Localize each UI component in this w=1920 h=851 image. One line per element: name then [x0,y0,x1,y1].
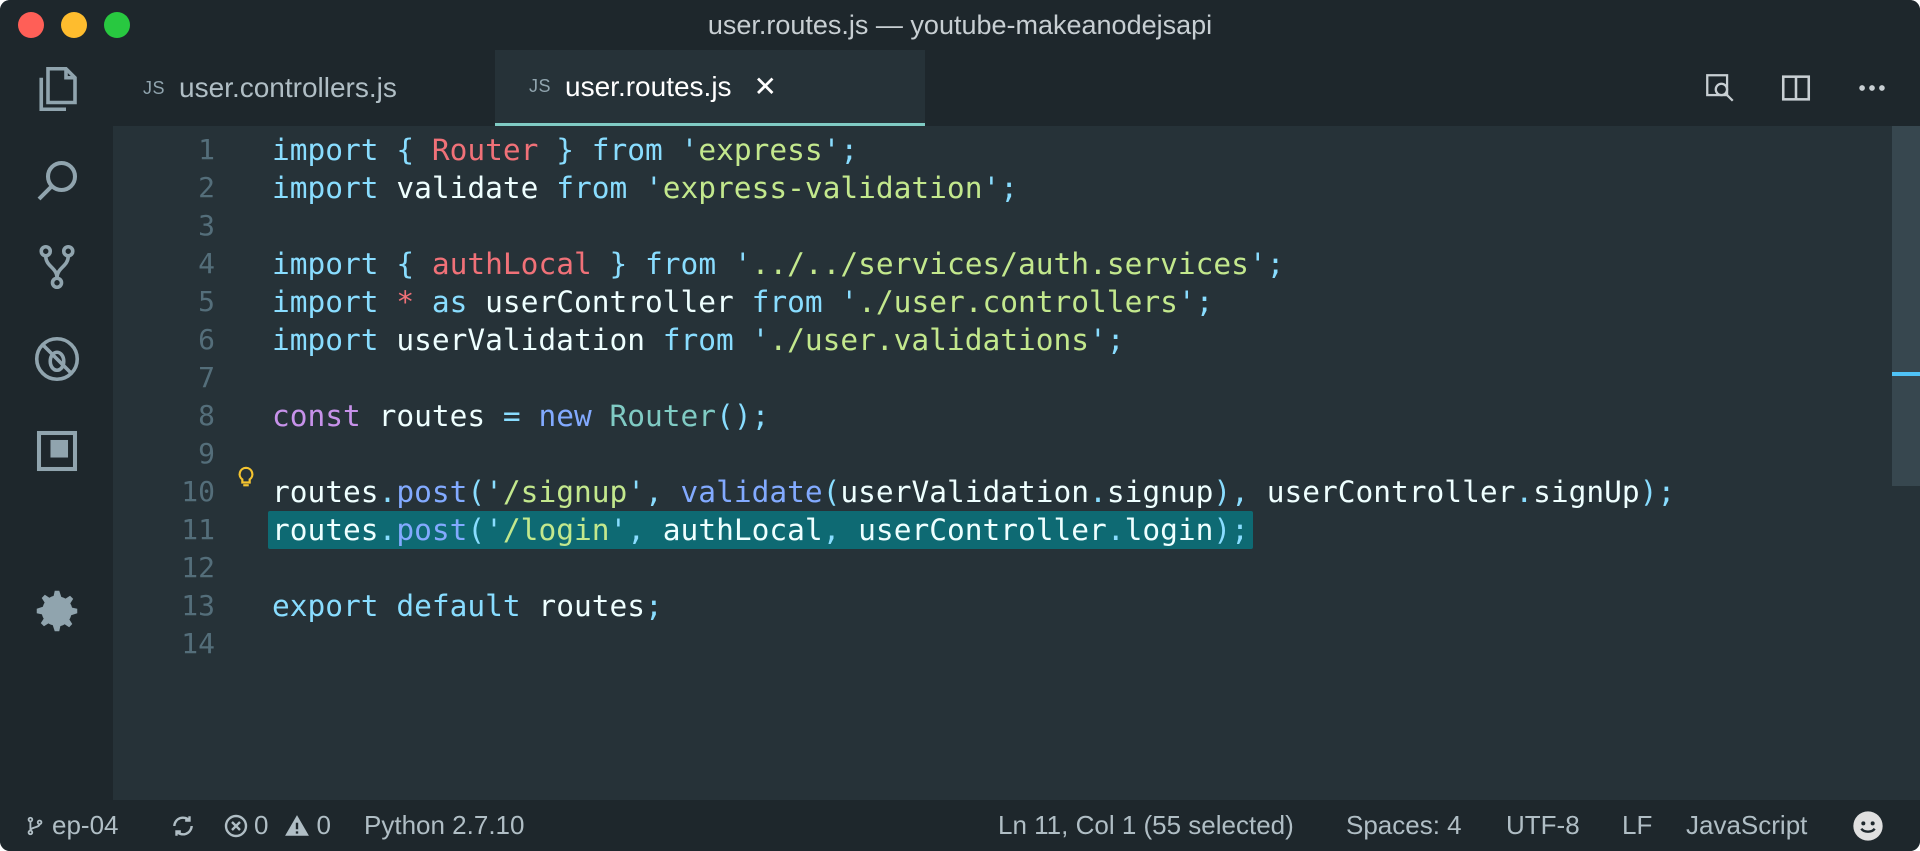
minimize-window-button[interactable] [61,12,87,38]
python-interpreter[interactable]: Python 2.7.10 [364,800,524,851]
javascript-file-icon: JS [143,77,166,98]
search-icon[interactable] [26,150,88,212]
vertical-scrollbar[interactable] [1890,126,1920,800]
line-number: 2 [198,171,215,204]
code-text: import { authLocal } from '../../service… [272,246,1285,281]
line-number: 11 [181,513,215,546]
error-icon [224,814,248,837]
line-number: 10 [181,475,215,508]
warning-icon [285,814,310,836]
encoding[interactable]: UTF-8 [1506,800,1580,851]
line-number: 8 [198,399,215,432]
code-text: import * as userController from './user.… [272,284,1214,319]
tab-user-routes[interactable]: JS user.routes.js ✕ [495,50,925,126]
code-text: const routes = new Router(); [272,398,770,433]
close-icon[interactable]: ✕ [754,70,777,103]
extensions-icon[interactable] [26,420,88,482]
tab-bar: JS user.controllers.js JS user.routes.js… [113,50,1920,126]
line-number: 1 [198,133,215,166]
code-text: export default routes; [272,588,663,623]
debug-icon[interactable] [26,328,88,390]
cursor-position[interactable]: Ln 11, Col 1 (55 selected) [998,800,1294,851]
error-count: 0 [254,810,269,840]
code-text: import userValidation from './user.valid… [272,322,1125,357]
title-bar: user.routes.js — youtube-makeanodejsapi [0,0,1920,50]
branch-name: ep-04 [52,810,119,840]
lightbulb-icon[interactable] [235,466,257,488]
branch-indicator[interactable]: ep-04 [24,800,119,851]
problems-indicator[interactable]: 0 0 [224,800,331,851]
traffic-lights [18,12,130,38]
scroll-thumb[interactable] [1892,126,1920,486]
javascript-file-icon: JS [529,76,552,96]
warning-count: 0 [316,810,331,840]
line-number: 14 [181,627,215,660]
gear-icon[interactable] [26,580,88,642]
tab-user-controllers[interactable]: JS user.controllers.js [143,50,493,126]
branch-icon [27,816,43,835]
scroll-cursor-marker [1892,372,1920,376]
code-text: routes.post('/login', authLocal, userCon… [268,510,1253,549]
source-control-icon[interactable] [26,236,88,298]
code-text: import { Router } from 'express'; [272,132,859,167]
editor-window: user.routes.js — youtube-makeanodejsapi [0,0,1920,851]
split-editor-icon[interactable] [1778,70,1814,106]
tab-label: user.routes.js [565,70,732,102]
sync-icon[interactable] [170,800,196,851]
indentation[interactable]: Spaces: 4 [1346,800,1462,851]
window-title: user.routes.js — youtube-makeanodejsapi [707,9,1213,40]
tab-label: user.controllers.js [179,72,397,103]
code-text: routes.post('/signup', validate(userVali… [272,474,1676,509]
code-line: 14 [113,620,1890,667]
more-actions-icon[interactable] [1854,70,1890,106]
open-changes-icon[interactable] [1702,70,1738,106]
editor-actions [1702,70,1890,106]
status-bar: ep-04 0 0 Python 2.7.10 Ln 11, Col 1 (55… [0,800,1920,851]
line-number: 9 [198,437,215,470]
feedback-smiley-icon[interactable] [1852,800,1884,851]
line-number: 3 [198,209,215,242]
language-mode[interactable]: JavaScript [1686,800,1807,851]
close-window-button[interactable] [18,12,44,38]
code-editor[interactable]: 1 import { Router } from 'express'; 2 im… [113,126,1890,800]
line-number: 5 [198,285,215,318]
line-number: 4 [198,247,215,280]
line-number: 6 [198,323,215,356]
code-text: import validate from 'express-validation… [272,170,1018,205]
files-icon[interactable] [26,58,88,120]
activity-bar [0,50,113,800]
line-number: 13 [181,589,215,622]
line-ending[interactable]: LF [1622,800,1652,851]
maximize-window-button[interactable] [104,12,130,38]
line-number: 7 [198,361,215,394]
line-number: 12 [181,551,215,584]
